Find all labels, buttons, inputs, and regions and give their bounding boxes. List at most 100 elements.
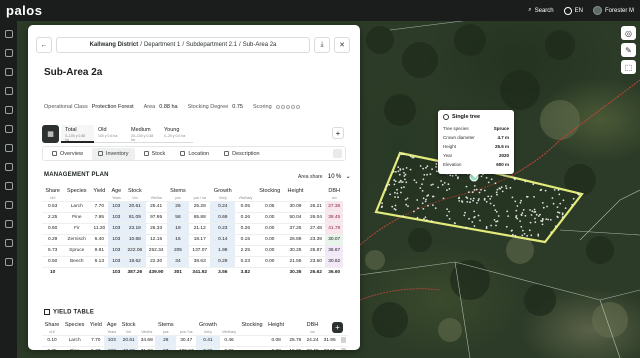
tree-point [396, 157, 399, 160]
table-cell: 23.18 [124, 222, 146, 234]
tree-point [495, 224, 497, 227]
tree-point [423, 174, 426, 176]
tree-point [468, 217, 470, 220]
language-selector[interactable]: EN [563, 6, 583, 15]
age-tab-medium[interactable]: Medium 20–100 y 0.38 ha [127, 125, 160, 143]
settings-icon[interactable] [4, 239, 13, 247]
draw-tool-button[interactable]: ✎ [621, 43, 636, 57]
table-row[interactable]: 0.53 Larch 7.70 103 20.61 25.41 26 25.28 0.24 0.0… [42, 200, 348, 212]
tree-point [480, 188, 482, 191]
tree-point [537, 235, 540, 237]
back-button[interactable]: ← [36, 37, 52, 53]
table-row[interactable]: 0.50 Beech 6.13 103 19.62 22.30 34 38.63 0.29 0.2… [42, 255, 348, 267]
tree-point [391, 205, 394, 208]
document-icon[interactable] [4, 144, 13, 152]
subarea-tabs: Overview Inventory Stock Location Descri… [42, 146, 346, 161]
table-cell: 30.09 [284, 200, 307, 212]
tree-point [515, 216, 517, 219]
table-cell: 0.69 [210, 211, 236, 223]
table-row[interactable]: 0.29 Zernisch 6.40 103 10.68 12.15 16 18.17 0.14… [42, 233, 348, 245]
table-row[interactable]: 2.25 Pine 7.95 103 81.09 97.95 58 65.88 0.69 0.26… [42, 211, 348, 223]
tab-stock[interactable]: Stock [138, 148, 172, 160]
forest-icon[interactable] [4, 49, 13, 57]
table-cell: 27.36 [325, 200, 344, 212]
tree-point [430, 220, 433, 223]
tree-point [552, 202, 555, 205]
tree-point [403, 186, 405, 189]
tree-point [446, 214, 448, 217]
breadcrumb-district[interactable]: Kallwang District [90, 42, 139, 48]
tree-point [505, 185, 507, 187]
tree-point [440, 180, 442, 182]
map-icon[interactable] [4, 68, 13, 76]
tree-point [472, 199, 474, 202]
table-row[interactable]: 0.10 Larch 7.70 103 20.61 34.68 26 30.47 0.41 0.4… [42, 334, 348, 346]
chart-icon[interactable] [4, 106, 13, 114]
stand-icon: ▦ [42, 125, 59, 143]
table-row[interactable]: 0.60 Fir 11.20 103 23.18 26.33 18 21.12 0.23 0.26… [42, 222, 348, 234]
tree-point [528, 229, 531, 232]
tree-point [535, 213, 538, 216]
tree-point [466, 201, 469, 203]
table-cell: 24.24 [303, 334, 322, 346]
search-button[interactable]: ⌕ Search [528, 7, 553, 14]
user-menu[interactable]: Forester M [592, 6, 634, 15]
select-tool-button[interactable]: ⬚ [621, 60, 636, 74]
tab-description[interactable]: Description [218, 148, 266, 160]
column-header: Species [66, 188, 87, 194]
tab-inventory[interactable]: Inventory [91, 147, 135, 160]
tab-overview[interactable]: Overview [46, 148, 89, 160]
table-row[interactable]: 5.73 Spruce 9.81 103 222.06 252.34 205 137.07 1.… [42, 244, 348, 256]
tree-point [471, 191, 474, 194]
home-icon[interactable] [4, 30, 13, 38]
download-button[interactable]: ⤓ [314, 37, 330, 53]
tree-point [425, 198, 427, 201]
calendar-icon[interactable] [4, 163, 13, 171]
table-row[interactable]: 2.25Pine5.7710343.2371.8397109.670.690.9… [42, 345, 348, 350]
left-nav-rail [0, 21, 17, 358]
trash-icon[interactable] [333, 149, 342, 158]
tasks-icon[interactable] [4, 201, 13, 209]
tree-icon[interactable] [4, 125, 13, 133]
table-cell: 137.07 [189, 244, 211, 256]
table-cell: 25.76 [286, 334, 304, 346]
tree-point [399, 179, 402, 182]
app-logo[interactable]: palos [6, 3, 42, 18]
column-header: Stems [158, 322, 174, 328]
reports-icon[interactable] [4, 220, 13, 228]
add-age-class-button[interactable]: + [332, 127, 344, 139]
table-cell: 11.20 [90, 222, 109, 234]
age-class-tabs: ▦ Total 0–100 y 0.88 ha Old 100 y 0.6 ha M… [42, 125, 193, 143]
tree-point [458, 200, 461, 202]
tree-point [561, 216, 564, 219]
table-cell: 21.12 [189, 222, 211, 234]
users-icon[interactable] [4, 182, 13, 190]
close-button[interactable]: ✕ [334, 37, 350, 53]
tree-point [473, 185, 476, 187]
table-cell: 0.05 [255, 200, 285, 212]
breadcrumb-subdepartment[interactable]: Subdepartment 2.1 [186, 42, 237, 48]
table-cell: 0.00 [255, 211, 285, 223]
add-yield-row-button[interactable]: + [332, 322, 343, 333]
table-cell: 37.25 [284, 222, 307, 234]
tree-point [396, 188, 398, 191]
column-header [307, 187, 325, 195]
table-cell: 103 [108, 222, 125, 234]
help-icon[interactable] [4, 258, 13, 266]
age-tab-old[interactable]: Old 100 y 0.6 ha [94, 125, 127, 143]
column-header: Yield [89, 322, 102, 328]
table-cell: 5.77 [87, 345, 105, 350]
tree-point [524, 180, 527, 183]
tree-point [541, 223, 544, 226]
yield-table-title: YIELD TABLE [44, 309, 94, 316]
area-share[interactable]: Area share 10 % ⌄ [298, 173, 351, 180]
tab-location[interactable]: Location [174, 148, 215, 160]
layers-icon[interactable] [4, 87, 13, 95]
tree-point [501, 190, 504, 193]
target-tool-button[interactable]: ◎ [621, 26, 636, 40]
age-tab-total[interactable]: Total 0–100 y 0.88 ha [61, 125, 94, 143]
age-tab-young[interactable]: Young 0–20 y 0.0 ha [160, 125, 193, 143]
tree-point [519, 201, 522, 204]
breadcrumb-department[interactable]: Department 1 [144, 42, 180, 48]
tree-point [393, 179, 396, 182]
